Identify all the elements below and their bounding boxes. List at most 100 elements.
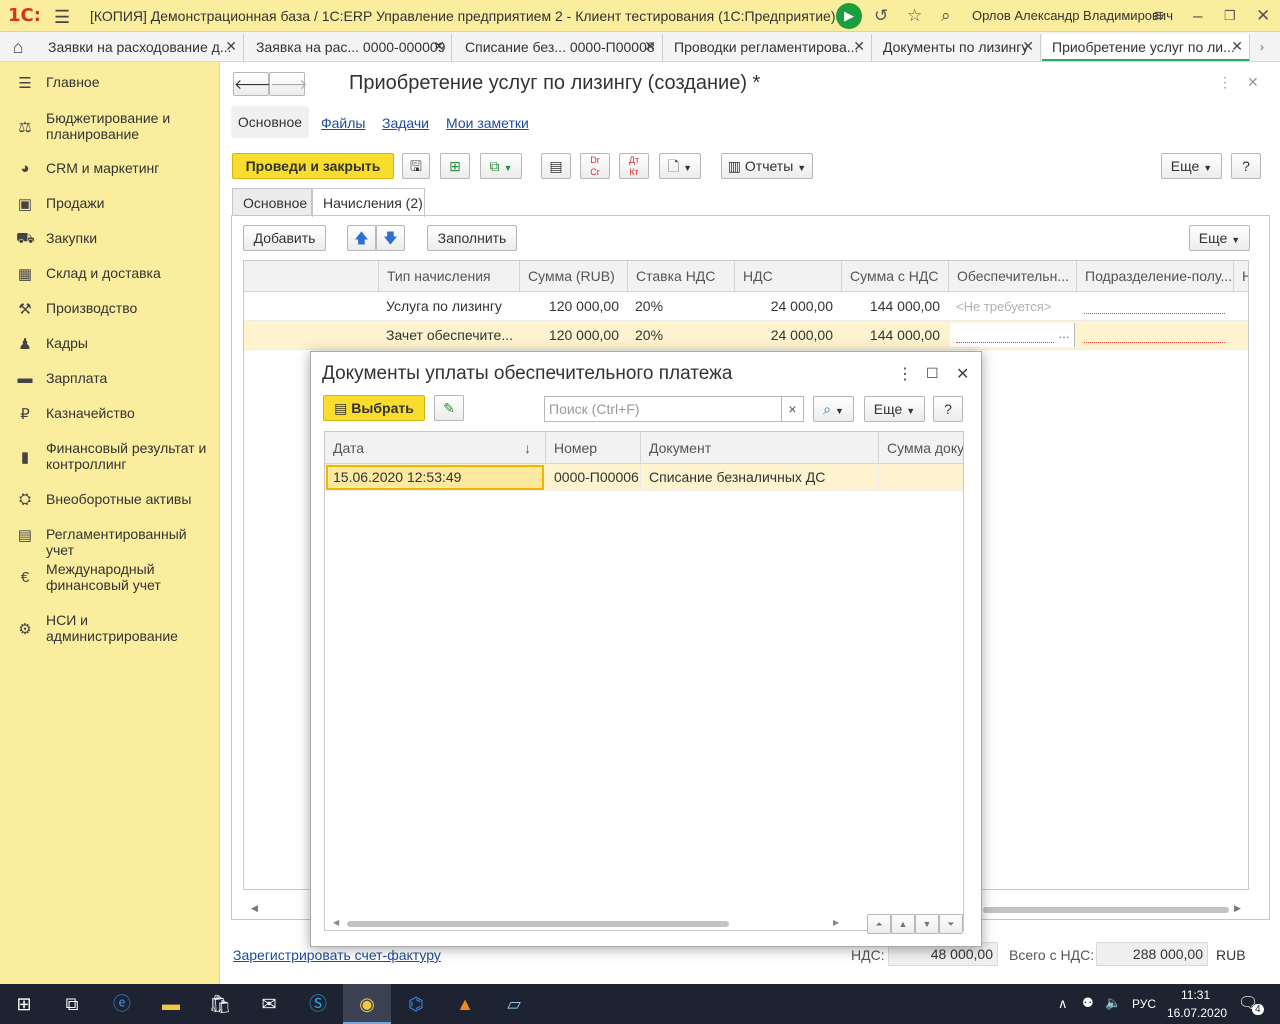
help-button[interactable]: ? bbox=[1231, 153, 1261, 179]
fill-button[interactable]: Заполнить bbox=[427, 225, 517, 251]
scroll-up-icon[interactable]: ▲ bbox=[891, 914, 915, 934]
tab-leasing-docs[interactable]: Документы по лизингу ✕ bbox=[873, 34, 1041, 61]
clock-time[interactable]: 11:31 bbox=[1181, 988, 1210, 1002]
journal-icon[interactable]: ▤ bbox=[541, 153, 571, 179]
dialog-horizontal-scrollbar[interactable] bbox=[347, 921, 729, 927]
cell-vat[interactable]: 24 000,00 bbox=[734, 292, 841, 321]
security-input[interactable] bbox=[950, 323, 1075, 347]
run-icon[interactable]: ▶ bbox=[836, 3, 862, 29]
select-button[interactable]: ▤ Выбрать bbox=[323, 395, 425, 421]
cell-sum[interactable]: 120 000,00 bbox=[519, 292, 627, 321]
dialog-more-icon[interactable]: ⋮ bbox=[897, 364, 913, 384]
search-icon[interactable]: ⌕ bbox=[941, 6, 951, 26]
column-header[interactable]: Сумма (RUB) bbox=[519, 261, 627, 292]
cell-number[interactable]: 0000-П00006 bbox=[545, 464, 640, 491]
cell-date[interactable]: 15.06.2020 12:53:49 bbox=[325, 464, 545, 491]
reports-button[interactable]: ▥ Отчеты ▼ bbox=[721, 153, 813, 179]
search-input[interactable]: Поиск (Ctrl+F) × bbox=[544, 396, 804, 422]
dialog-scroll-left-icon[interactable]: ◀ bbox=[333, 918, 339, 927]
cell-document[interactable]: Списание безналичных ДС bbox=[640, 464, 878, 491]
column-header[interactable]: Сумма с НДС bbox=[841, 261, 948, 292]
onec-app-icon[interactable]: ◉ bbox=[343, 984, 391, 1024]
save-icon[interactable]: 🖫 bbox=[402, 153, 430, 179]
tab-inner-main[interactable]: Основное bbox=[232, 188, 312, 216]
minimize-icon[interactable]: – bbox=[1193, 6, 1202, 26]
nav-tasks-link[interactable]: Задачи bbox=[382, 115, 429, 131]
tab-inner-charges[interactable]: Начисления (2) bbox=[312, 188, 425, 217]
column-header[interactable]: Н bbox=[1233, 261, 1248, 292]
back-button[interactable]: 🡐 bbox=[233, 72, 272, 96]
cell-total[interactable]: 144 000,00 bbox=[841, 321, 948, 350]
column-header[interactable]: НДС bbox=[734, 261, 841, 292]
scroll-right-icon[interactable]: ▶ bbox=[1234, 903, 1241, 914]
form-more-icon[interactable]: ⋮ bbox=[1218, 74, 1232, 91]
scroll-left-icon[interactable]: ◀ bbox=[251, 903, 258, 914]
nav-notes-link[interactable]: Мои заметки bbox=[446, 115, 529, 131]
dt-kt-icon[interactable]: Dr Cr bbox=[580, 153, 610, 179]
search-options-button[interactable]: ⌕ ▼ bbox=[813, 396, 854, 422]
cell-type[interactable]: Зачет обеспечите... bbox=[378, 321, 519, 350]
attachments-icon[interactable]: 🗋 ▼ bbox=[659, 153, 701, 179]
clock-date[interactable]: 16.07.2020 bbox=[1167, 1006, 1227, 1020]
add-button[interactable]: Добавить bbox=[243, 225, 326, 251]
store-icon[interactable]: 🛍 bbox=[196, 984, 244, 1024]
column-header[interactable]: Подразделение-полу... bbox=[1076, 261, 1233, 292]
close-tab-icon[interactable]: ✕ bbox=[225, 38, 237, 55]
close-tab-icon[interactable]: ✕ bbox=[1022, 38, 1034, 55]
vlc-icon[interactable]: ▲ bbox=[441, 984, 489, 1024]
close-tab-icon[interactable]: ✕ bbox=[853, 38, 865, 55]
column-header[interactable]: Номер bbox=[545, 432, 640, 464]
tab-requests[interactable]: Заявки на расходование д... ✕ bbox=[38, 34, 244, 61]
dialog-more-button[interactable]: Еще ▼ bbox=[864, 396, 925, 422]
move-down-icon[interactable]: 🡇 bbox=[376, 225, 405, 251]
create-based-on-icon[interactable]: ⧉ ▼ bbox=[480, 153, 522, 179]
star-icon[interactable]: ☆ bbox=[907, 6, 922, 26]
horizontal-scrollbar[interactable] bbox=[983, 907, 1229, 913]
column-header[interactable]: Обеспечительн... bbox=[948, 261, 1076, 292]
column-header-date[interactable]: Дата ↓ bbox=[325, 432, 545, 464]
settings-lines-icon[interactable]: ≡ bbox=[1154, 6, 1164, 26]
cell-amount[interactable] bbox=[878, 464, 963, 491]
dialog-scroll-right-icon[interactable]: ▶ bbox=[833, 918, 839, 927]
table-row-selected[interactable]: Зачет обеспечите... 120 000,00 20% 24 00… bbox=[244, 321, 1248, 350]
column-header[interactable]: Ставка НДС bbox=[627, 261, 734, 292]
post-and-close-button[interactable]: Проведи и закрыть bbox=[232, 153, 394, 179]
cell-total[interactable]: 144 000,00 bbox=[841, 292, 948, 321]
cell-security[interactable]: <Не требуется> bbox=[948, 292, 1076, 321]
history-icon[interactable]: ↺ bbox=[874, 6, 888, 26]
tab-write-off[interactable]: Списание без... 0000-П00008 ✕ bbox=[455, 34, 663, 61]
clear-search-icon[interactable]: × bbox=[781, 397, 803, 421]
cell-vat[interactable]: 24 000,00 bbox=[734, 321, 841, 350]
start-icon[interactable]: ⊞ bbox=[0, 984, 48, 1024]
dialog-help-button[interactable]: ? bbox=[933, 396, 963, 422]
column-header[interactable]: Документ bbox=[640, 432, 878, 464]
cell-vat-rate[interactable]: 20% bbox=[627, 292, 734, 321]
task-view-icon[interactable]: ⧉ bbox=[48, 984, 96, 1024]
column-header[interactable]: Сумма доку bbox=[878, 432, 963, 464]
cell-type[interactable]: Услуга по лизингу bbox=[378, 292, 519, 321]
user-name[interactable]: Орлов Александр Владимирович bbox=[972, 8, 1173, 23]
forward-button[interactable]: 🡒 bbox=[269, 72, 308, 96]
nav-files-link[interactable]: Файлы bbox=[321, 115, 365, 131]
move-up-icon[interactable]: 🡅 bbox=[347, 225, 376, 251]
notes-app-icon[interactable]: ▱ bbox=[490, 984, 538, 1024]
cell-sum[interactable]: 120 000,00 bbox=[519, 321, 627, 350]
scroll-down-icon[interactable]: ▼ bbox=[915, 914, 939, 934]
home-icon[interactable]: ⌂ bbox=[0, 32, 36, 62]
tab-request-9[interactable]: Заявка на рас... 0000-000009 ✕ bbox=[246, 34, 452, 61]
close-window-icon[interactable]: ✕ bbox=[1256, 6, 1270, 26]
hamburger-menu-icon[interactable]: ☰ bbox=[54, 7, 70, 28]
cell-vat-rate[interactable]: 20% bbox=[627, 321, 734, 350]
tabs-scroll-right-icon[interactable]: › bbox=[1260, 40, 1264, 54]
scroll-first-icon[interactable]: ⏶ bbox=[867, 914, 891, 934]
language-indicator[interactable]: РУС bbox=[1132, 997, 1156, 1011]
maximize-icon[interactable]: ☐ bbox=[926, 365, 939, 382]
file-explorer-icon[interactable]: ▬ bbox=[147, 984, 195, 1024]
tab-leasing-services[interactable]: Приобретение услуг по ли... ✕ bbox=[1042, 34, 1250, 61]
table-row[interactable]: Услуга по лизингу 120 000,00 20% 24 000,… bbox=[244, 292, 1248, 321]
edit-pencil-icon[interactable]: ✎ bbox=[434, 395, 464, 421]
volume-icon[interactable]: 🔈 bbox=[1105, 995, 1121, 1011]
nav-main[interactable]: Основное bbox=[231, 106, 309, 138]
choose-ellipsis-icon[interactable]: … bbox=[1058, 327, 1070, 341]
close-form-icon[interactable]: ✕ bbox=[1247, 74, 1259, 91]
